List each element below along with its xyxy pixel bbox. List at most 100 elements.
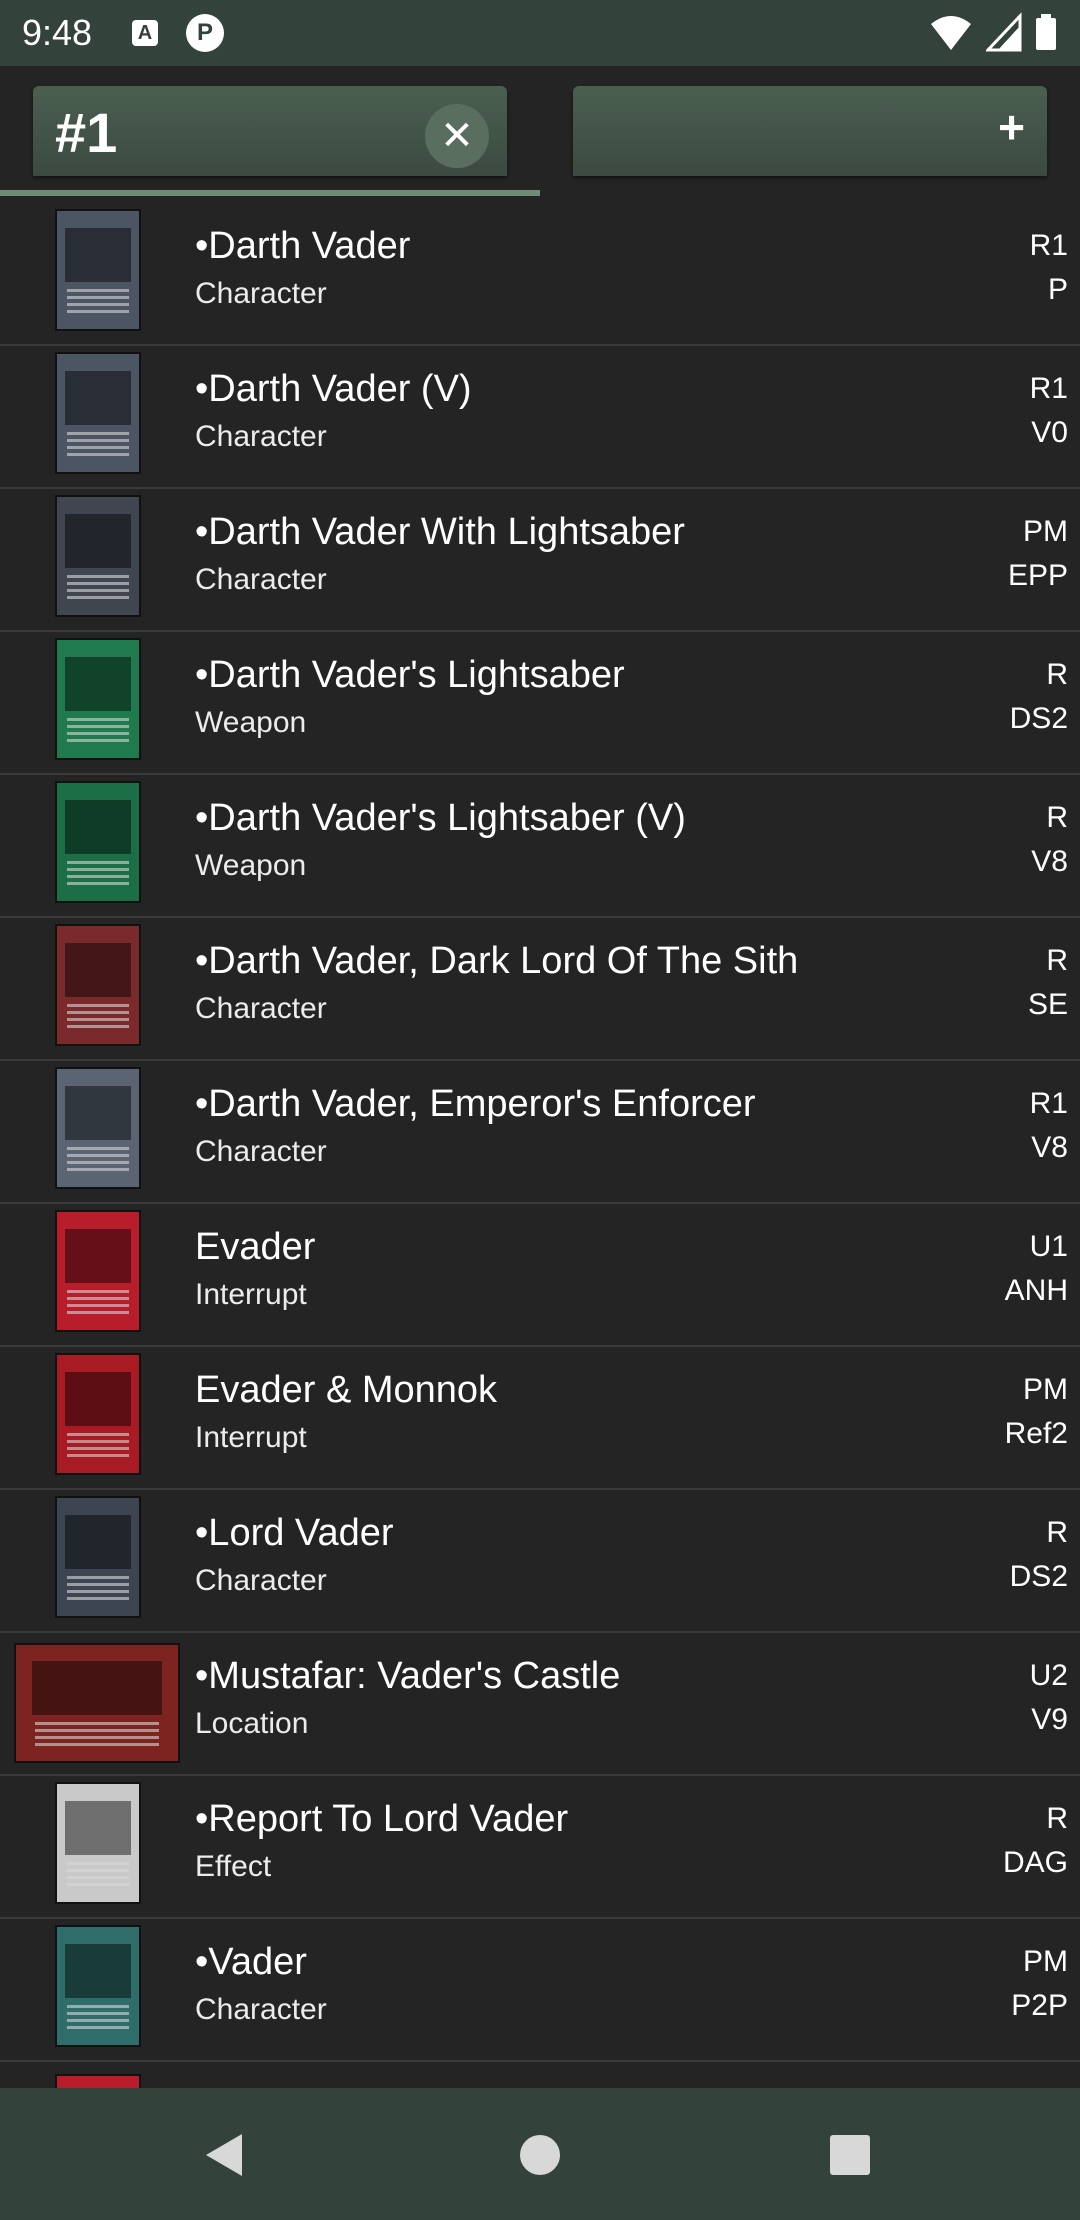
status-icons — [921, 12, 1058, 52]
battery-icon — [1036, 14, 1056, 50]
card-art — [65, 1800, 131, 1855]
list-item[interactable]: Evader & Monnok Interrupt PM Ref2 — [0, 1347, 1080, 1490]
wifi-icon — [931, 16, 972, 50]
list-item[interactable]: •Darth Vader With Lightsaber Character PM E… — [0, 489, 1080, 632]
list-item[interactable]: •Darth Vader's Lightsaber Weapon R DS2 — [0, 632, 1080, 775]
tab-indicator — [0, 190, 540, 196]
card-text-lines — [66, 860, 130, 887]
card-set: DS2 — [1009, 1560, 1068, 1593]
card-art — [65, 1228, 131, 1283]
tab-1[interactable]: #1 ✕ — [33, 86, 507, 176]
card-art — [32, 1661, 162, 1715]
card-set: SE — [1027, 988, 1068, 1021]
card-thumbnail[interactable] — [55, 781, 141, 903]
card-title: Evader — [195, 1226, 316, 1268]
list-item[interactable]: •Darth Vader, Dark Lord Of The Sith Chara… — [0, 918, 1080, 1061]
card-title: Evader & Monnok — [195, 1369, 498, 1411]
card-set: EPP — [1007, 559, 1068, 592]
a-box-icon: A — [132, 20, 158, 46]
card-text-lines — [66, 1146, 130, 1173]
back-icon[interactable] — [202, 2132, 246, 2178]
card-type: Character — [195, 1993, 327, 2026]
list-item[interactable]: •Darth Vader Character R1 P — [0, 203, 1080, 346]
card-set: P — [1047, 273, 1068, 306]
list-item[interactable]: •Darth Vader, Emperor's Enforcer Characte… — [0, 1061, 1080, 1204]
card-rarity: PM — [1023, 1945, 1068, 1978]
card-type: Character — [195, 277, 327, 310]
card-type: Character — [195, 1135, 327, 1168]
list-item[interactable]: •Darth Vader (V) Character R1 V0 — [0, 346, 1080, 489]
card-title: •Darth Vader (V) — [195, 368, 472, 410]
card-art — [65, 1943, 131, 1998]
card-list[interactable]: •Darth Vader Character R1 P •Darth Vader (V)… — [0, 203, 1080, 2092]
card-title: •Darth Vader's Lightsaber (V) — [195, 797, 686, 839]
card-rarity: R1 — [1029, 372, 1068, 405]
close-icon[interactable]: ✕ — [425, 104, 489, 168]
card-art — [65, 942, 131, 997]
card-thumbnail[interactable] — [55, 209, 141, 331]
tab-bar: #1 ✕ + — [0, 66, 1080, 198]
card-text-lines — [66, 574, 130, 601]
card-thumbnail[interactable] — [55, 352, 141, 474]
card-thumbnail[interactable] — [55, 1353, 141, 1475]
tab-new[interactable]: + — [573, 86, 1047, 176]
card-art — [65, 1085, 131, 1140]
card-title: •Vader — [195, 1941, 307, 1983]
card-text-lines — [66, 1289, 130, 1316]
card-thumbnail[interactable] — [14, 1643, 180, 1763]
card-art — [65, 799, 131, 854]
card-art — [65, 513, 131, 568]
card-thumbnail[interactable] — [55, 1210, 141, 1332]
card-thumbnail[interactable] — [55, 924, 141, 1046]
plus-icon[interactable]: + — [998, 102, 1025, 152]
card-rarity: R — [1046, 944, 1068, 977]
card-set: DS2 — [1009, 702, 1068, 735]
card-type: Effect — [195, 1850, 272, 1883]
home-icon[interactable] — [518, 2132, 562, 2178]
card-title: •Darth Vader With Lightsaber — [195, 511, 685, 553]
card-rarity: PM — [1023, 1373, 1068, 1406]
card-thumbnail[interactable] — [55, 495, 141, 617]
card-thumbnail[interactable] — [55, 638, 141, 760]
list-item[interactable]: •Mustafar: Vader's Castle Location U2 V9 — [0, 1633, 1080, 1776]
card-type: Interrupt — [195, 1421, 307, 1454]
card-set: V9 — [1031, 1703, 1068, 1736]
card-text-lines — [66, 2004, 130, 2031]
recents-icon[interactable] — [828, 2132, 872, 2178]
p-circle-icon: P — [186, 14, 224, 52]
card-rarity: R — [1046, 801, 1068, 834]
card-type: Character — [195, 1564, 327, 1597]
card-text-lines — [66, 1575, 130, 1602]
card-type: Character — [195, 992, 327, 1025]
list-item[interactable]: •Darth Vader's Lightsaber (V) Weapon R V8 — [0, 775, 1080, 918]
card-type: Location — [195, 1707, 309, 1740]
list-item[interactable]: Evader Interrupt U1 ANH — [0, 1204, 1080, 1347]
tab-label: #1 — [55, 101, 118, 164]
card-text-lines — [66, 717, 130, 744]
card-thumbnail[interactable] — [55, 1925, 141, 2047]
card-set: V8 — [1031, 845, 1068, 878]
card-thumbnail[interactable] — [55, 1067, 141, 1189]
card-set: DAG — [1002, 1846, 1068, 1879]
list-item[interactable]: •Lord Vader Character R DS2 — [0, 1490, 1080, 1633]
card-art — [65, 1514, 131, 1569]
card-rarity: U2 — [1029, 1659, 1068, 1692]
card-set: Ref2 — [1004, 1417, 1068, 1450]
list-item[interactable]: •Vader Character PM P2P — [0, 1919, 1080, 2062]
card-rarity: R1 — [1029, 229, 1068, 262]
list-item[interactable]: •Report To Lord Vader Effect R DAG — [0, 1776, 1080, 1919]
nav-bar — [0, 2088, 1080, 2220]
signal-icon — [985, 12, 1022, 52]
card-type: Character — [195, 563, 327, 596]
card-title: •Darth Vader, Dark Lord Of The Sith — [195, 940, 799, 982]
card-title: •Report To Lord Vader — [195, 1798, 569, 1840]
card-set: ANH — [1004, 1274, 1068, 1307]
card-rarity: PM — [1023, 515, 1068, 548]
card-thumbnail[interactable] — [55, 1782, 141, 1904]
card-rarity: R — [1046, 1516, 1068, 1549]
card-text-lines — [66, 431, 130, 458]
card-title: •Darth Vader's Lightsaber — [195, 654, 625, 696]
card-type: Weapon — [195, 849, 307, 882]
card-title: •Darth Vader — [195, 225, 411, 267]
card-thumbnail[interactable] — [55, 1496, 141, 1618]
